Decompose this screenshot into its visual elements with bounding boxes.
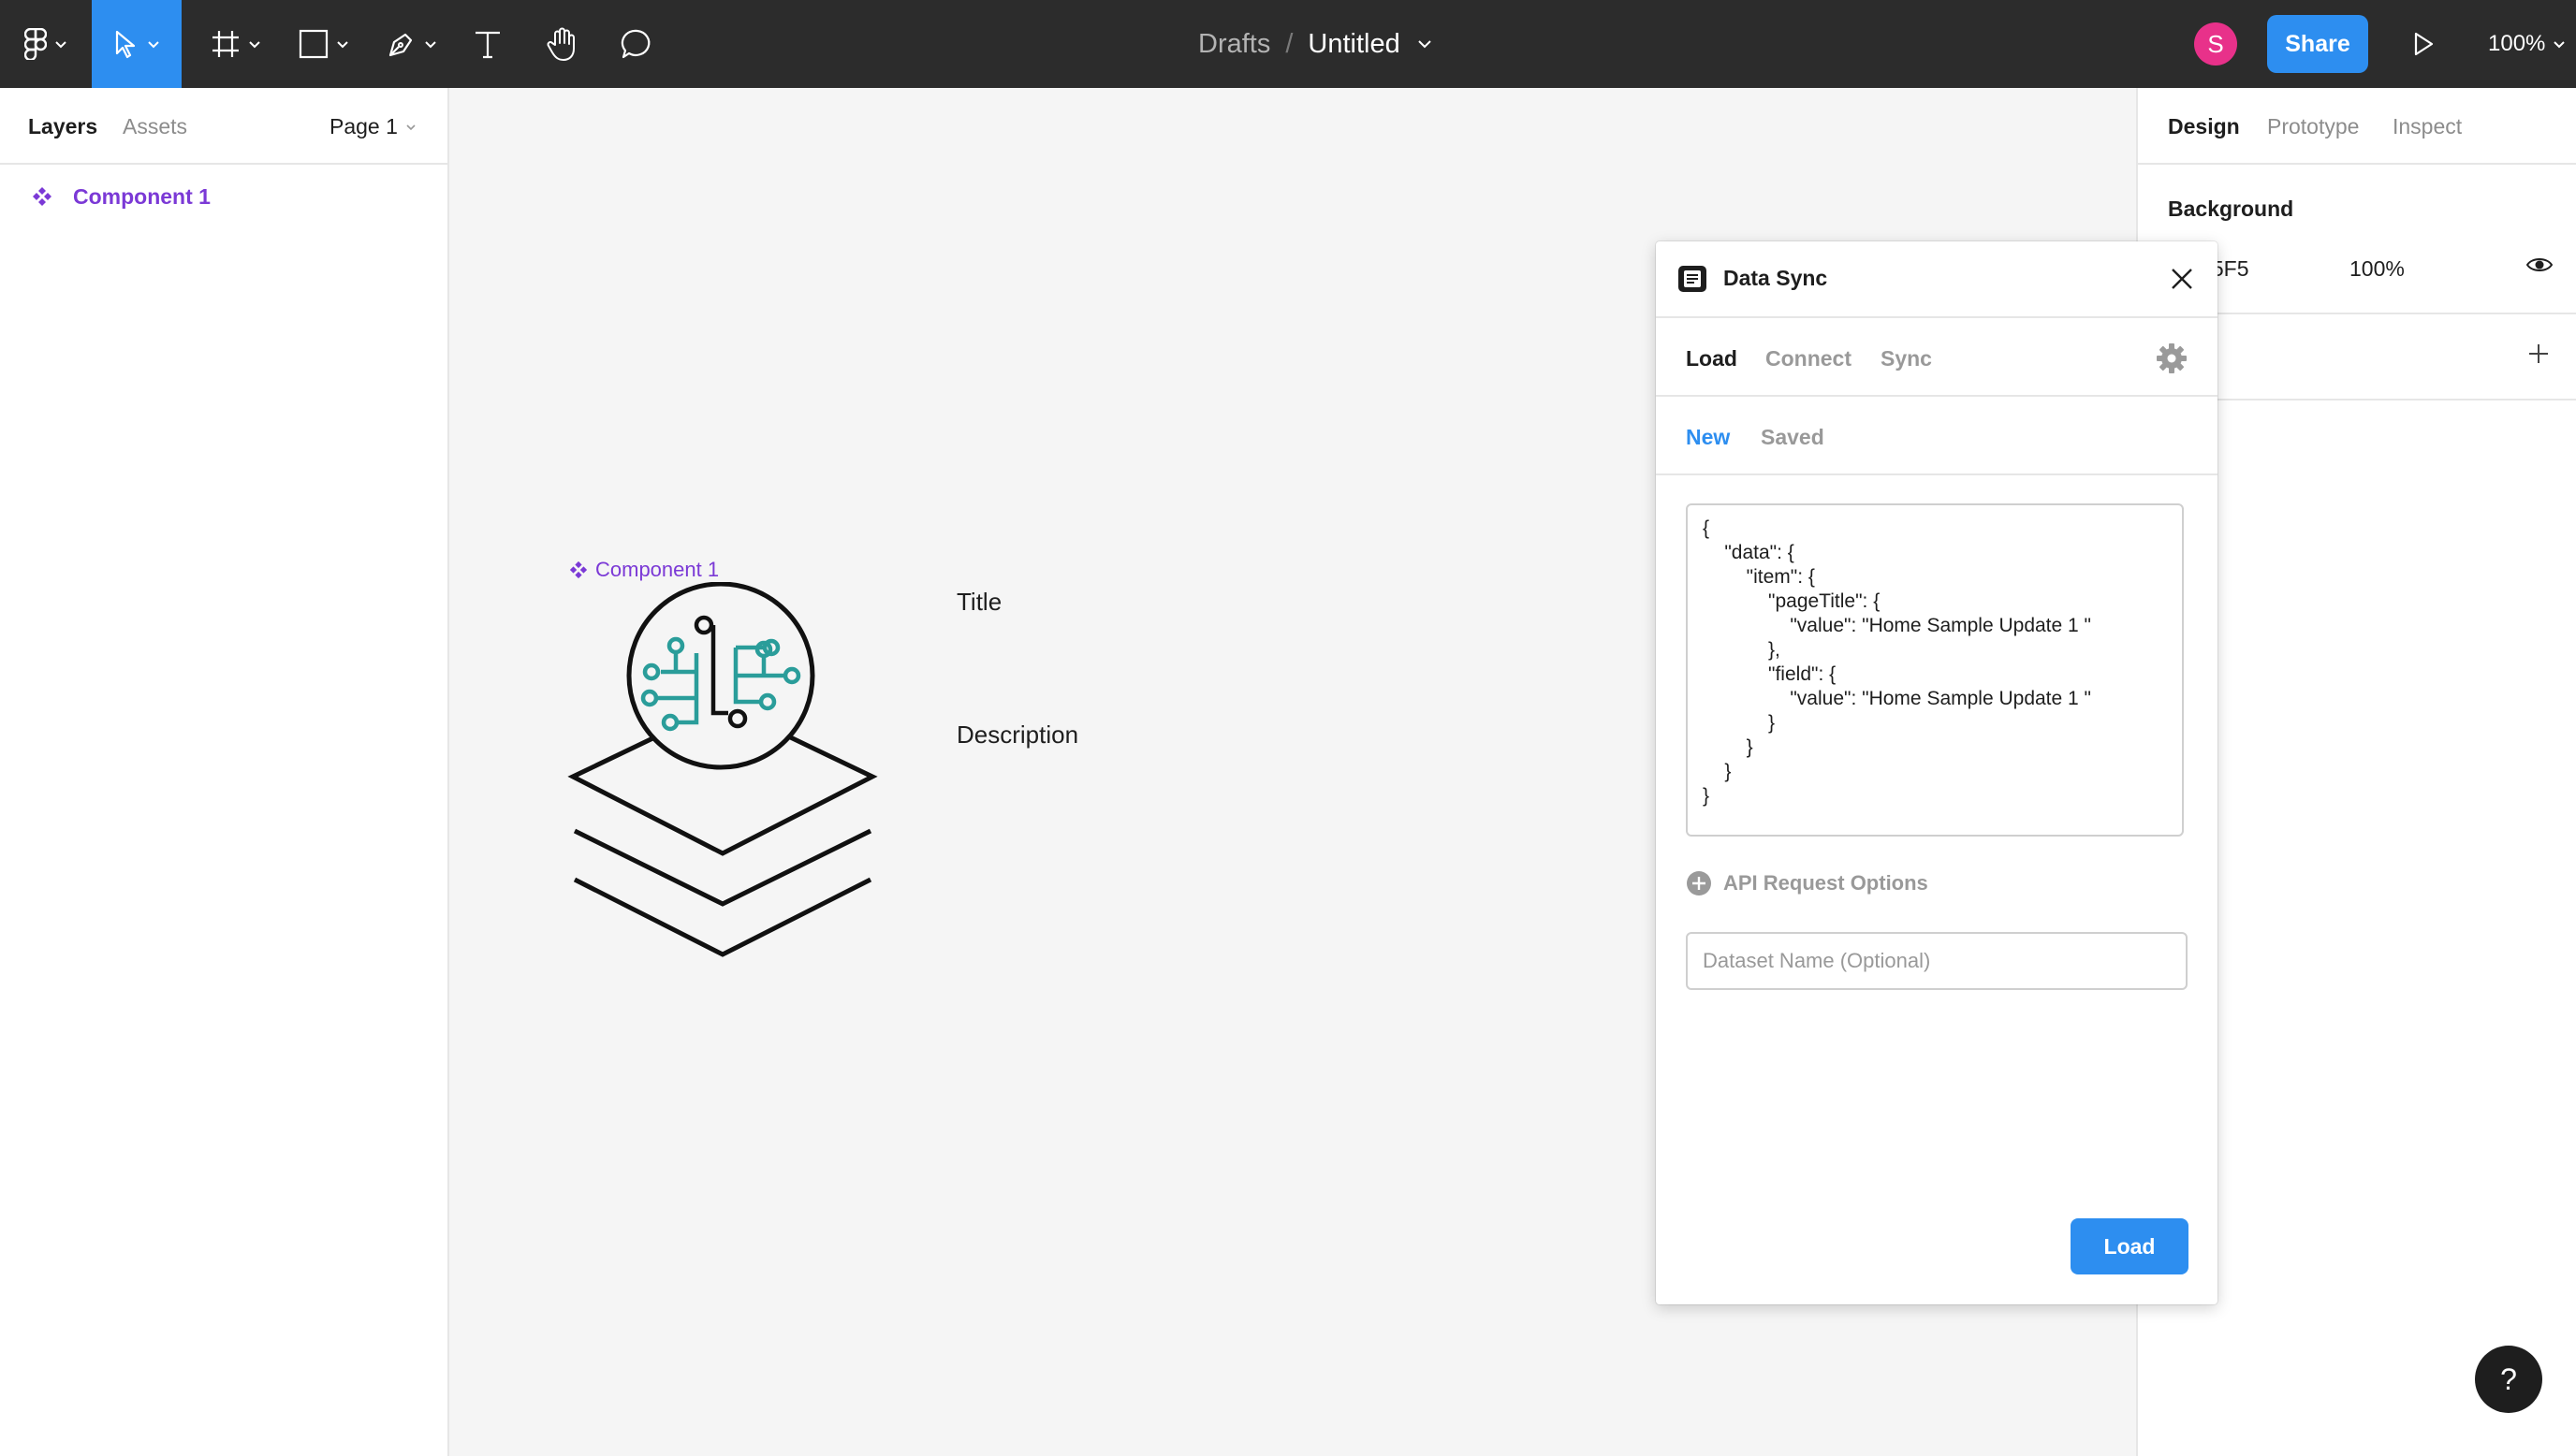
chevron-down-icon — [425, 40, 436, 48]
canvas-title-text[interactable]: Title — [957, 588, 1002, 617]
file-name-title[interactable]: Untitled — [1308, 29, 1399, 60]
help-button[interactable]: ? — [2475, 1346, 2542, 1413]
chevron-down-icon — [148, 40, 159, 48]
component-icon — [569, 561, 588, 579]
chevron-down-icon — [249, 40, 260, 48]
text-t-icon — [476, 31, 500, 59]
cursor-arrow-icon — [115, 30, 136, 59]
api-request-options-toggle[interactable]: API Request Options — [1686, 870, 1928, 896]
pen-nib-icon — [388, 33, 413, 57]
text-tool-button[interactable] — [466, 0, 509, 88]
comment-tool-button[interactable] — [614, 0, 661, 88]
tab-prototype[interactable]: Prototype — [2267, 114, 2359, 139]
layer-item-label: Component 1 — [73, 183, 211, 209]
layers-panel: Layers Assets Page 1 Component 1 — [0, 88, 449, 1456]
canvas-component-name: Component 1 — [595, 558, 720, 581]
plugin-subtabs: New Saved — [1656, 397, 2217, 475]
background-opacity-value[interactable]: 100% — [2349, 256, 2405, 282]
chevron-down-icon[interactable] — [1417, 39, 1432, 49]
api-request-options-label: API Request Options — [1723, 871, 1928, 895]
data-layers-illustration[interactable] — [564, 582, 882, 1012]
close-icon[interactable] — [2167, 264, 2197, 294]
file-breadcrumb: Drafts / Untitled — [1198, 0, 1432, 88]
frame-hash-icon — [212, 31, 239, 57]
tab-layers[interactable]: Layers — [28, 114, 97, 139]
component-icon — [33, 187, 51, 206]
subtab-new[interactable]: New — [1686, 425, 1730, 450]
page-selector[interactable]: Page 1 — [329, 114, 417, 139]
plugin-tabs: Load Connect Sync — [1656, 318, 2217, 397]
main-menu-button[interactable] — [13, 0, 79, 88]
background-section-title: Background — [2168, 197, 2294, 221]
canvas-description-text[interactable]: Description — [957, 721, 1078, 750]
comment-bubble-icon — [621, 29, 651, 59]
zoom-dropdown[interactable]: 100% — [2488, 0, 2566, 88]
canvas-component-label[interactable]: Component 1 — [569, 558, 719, 582]
right-panel-tabs: Design Prototype Inspect — [2138, 88, 2576, 165]
plus-icon[interactable] — [2527, 342, 2550, 365]
tab-inspect[interactable]: Inspect — [2393, 114, 2462, 139]
chevron-down-icon — [337, 40, 348, 48]
user-avatar[interactable]: S — [2194, 22, 2237, 66]
dataset-name-input[interactable] — [1686, 932, 2188, 990]
page-selector-label: Page 1 — [329, 114, 398, 138]
frame-tool-button[interactable] — [204, 0, 268, 88]
plus-circle-icon — [1687, 871, 1711, 895]
chevron-down-icon — [55, 40, 66, 48]
zoom-level: 100% — [2488, 31, 2546, 56]
present-button[interactable] — [2402, 0, 2445, 88]
load-button[interactable]: Load — [2071, 1218, 2188, 1274]
hand-icon — [547, 27, 575, 61]
left-panel-tabs: Layers Assets Page 1 — [0, 88, 447, 165]
pen-tool-button[interactable] — [380, 0, 444, 88]
share-button[interactable]: Share — [2267, 15, 2368, 73]
plugin-header: Data Sync — [1656, 241, 2217, 318]
chevron-down-icon — [2554, 40, 2566, 48]
play-icon — [2414, 32, 2434, 56]
subtab-saved[interactable]: Saved — [1761, 425, 1824, 450]
eye-icon[interactable] — [2525, 255, 2554, 275]
top-toolbar: Drafts / Untitled S Share 100% — [0, 0, 2576, 88]
layer-item-component-1[interactable]: Component 1 — [0, 176, 446, 217]
move-tool-button[interactable] — [92, 0, 182, 88]
breadcrumb-drafts-link[interactable]: Drafts — [1198, 29, 1270, 60]
chevron-down-icon — [406, 124, 416, 130]
tab-assets[interactable]: Assets — [123, 114, 187, 139]
tab-load[interactable]: Load — [1686, 346, 1737, 371]
tab-design[interactable]: Design — [2168, 114, 2240, 139]
data-sync-plugin-window: Data Sync Load Connect Sync New Saved { — [1656, 241, 2217, 1304]
json-payload-textarea[interactable]: { "data": { "item": { "pageTitle": { "va… — [1686, 503, 2184, 837]
shape-tool-button[interactable] — [292, 0, 356, 88]
breadcrumb-separator: / — [1285, 28, 1294, 59]
plugin-title: Data Sync — [1723, 266, 1828, 290]
tab-connect[interactable]: Connect — [1765, 346, 1852, 371]
tab-sync[interactable]: Sync — [1881, 346, 1932, 371]
rectangle-icon — [299, 29, 329, 59]
figma-logo-icon — [24, 28, 47, 60]
gear-icon[interactable] — [2156, 342, 2188, 374]
document-icon — [1678, 266, 1706, 292]
hand-tool-button[interactable] — [541, 0, 584, 88]
